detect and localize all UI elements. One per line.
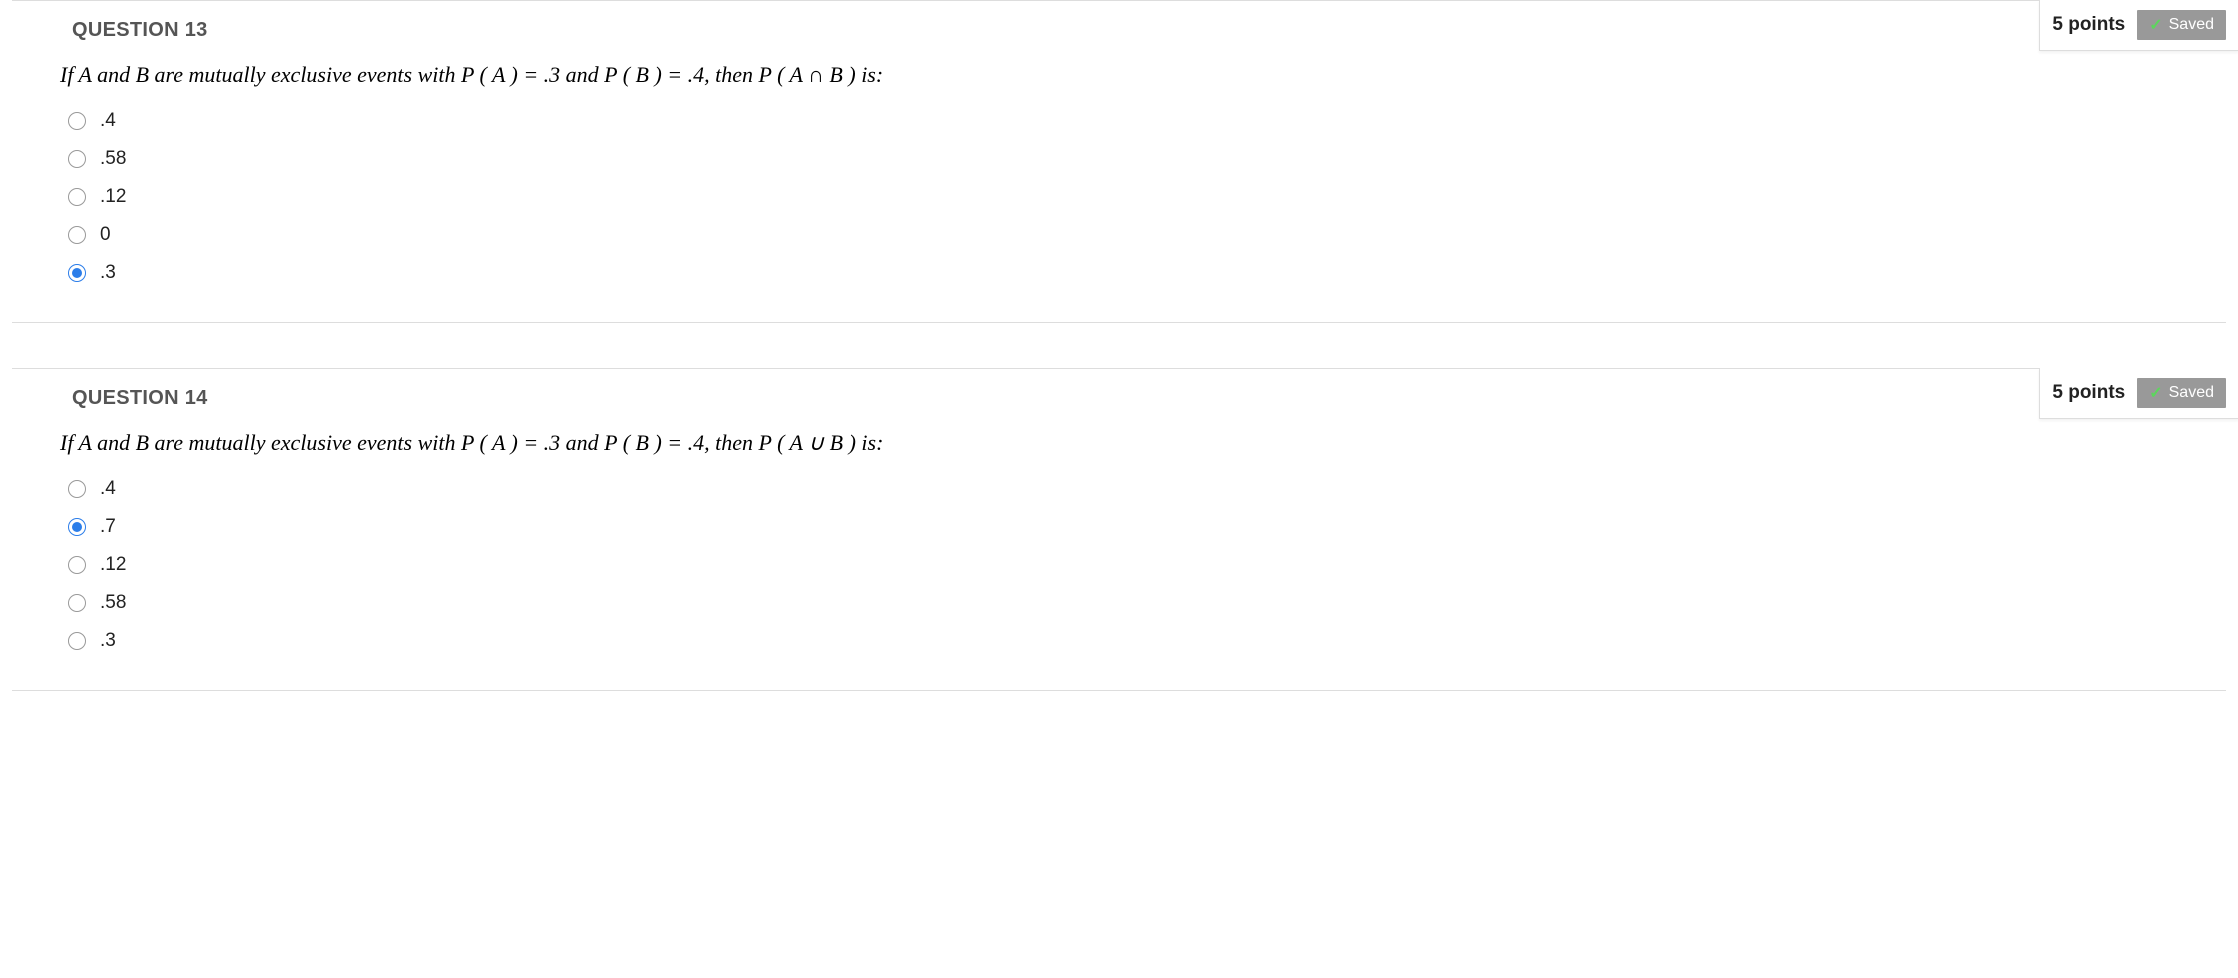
- radio-icon[interactable]: [68, 188, 86, 206]
- radio-icon[interactable]: [68, 150, 86, 168]
- radio-icon[interactable]: [68, 556, 86, 574]
- question-title: QUESTION 13: [72, 19, 208, 42]
- option-label: .3: [100, 262, 116, 284]
- question-block-13: QUESTION 13 5 points ✓ Saved If A and B …: [12, 0, 2226, 323]
- option-row[interactable]: .3: [68, 254, 2186, 292]
- option-label: 0: [100, 224, 111, 246]
- question-header: QUESTION 13 5 points ✓ Saved: [12, 19, 2226, 62]
- option-row[interactable]: .12: [68, 546, 2186, 584]
- radio-icon[interactable]: [68, 264, 86, 282]
- option-label: .7: [100, 516, 116, 538]
- option-row[interactable]: .7: [68, 508, 2186, 546]
- quiz-container: QUESTION 13 5 points ✓ Saved If A and B …: [0, 0, 2238, 691]
- radio-icon[interactable]: [68, 518, 86, 536]
- saved-badge: ✓ Saved: [2137, 10, 2226, 40]
- option-row[interactable]: 0: [68, 216, 2186, 254]
- status-box: 5 points ✓ Saved: [2039, 0, 2238, 51]
- option-row[interactable]: .4: [68, 470, 2186, 508]
- question-block-14: QUESTION 14 5 points ✓ Saved If A and B …: [12, 368, 2226, 691]
- saved-badge: ✓ Saved: [2137, 378, 2226, 408]
- option-label: .4: [100, 110, 116, 132]
- question-title: QUESTION 14: [72, 387, 208, 410]
- option-label: .3: [100, 630, 116, 652]
- option-row[interactable]: .58: [68, 140, 2186, 178]
- radio-icon[interactable]: [68, 480, 86, 498]
- radio-icon[interactable]: [68, 594, 86, 612]
- saved-label: Saved: [2169, 16, 2214, 34]
- option-label: .12: [100, 186, 126, 208]
- option-label: .4: [100, 478, 116, 500]
- saved-label: Saved: [2169, 384, 2214, 402]
- question-header: QUESTION 14 5 points ✓ Saved: [12, 387, 2226, 430]
- options-list: .4 .7 .12 .58 .3: [12, 470, 2226, 660]
- radio-icon[interactable]: [68, 112, 86, 130]
- option-row[interactable]: .58: [68, 584, 2186, 622]
- points-label: 5 points: [2052, 14, 2125, 36]
- check-icon: ✓: [2149, 383, 2162, 403]
- options-list: .4 .58 .12 0 .3: [12, 102, 2226, 292]
- option-row[interactable]: .12: [68, 178, 2186, 216]
- status-box: 5 points ✓ Saved: [2039, 368, 2238, 419]
- radio-icon[interactable]: [68, 632, 86, 650]
- radio-icon[interactable]: [68, 226, 86, 244]
- check-icon: ✓: [2149, 15, 2162, 35]
- option-row[interactable]: .4: [68, 102, 2186, 140]
- question-prompt: If A and B are mutually exclusive events…: [12, 62, 2226, 102]
- option-row[interactable]: .3: [68, 622, 2186, 660]
- option-label: .12: [100, 554, 126, 576]
- question-prompt: If A and B are mutually exclusive events…: [12, 430, 2226, 470]
- option-label: .58: [100, 592, 126, 614]
- points-label: 5 points: [2052, 382, 2125, 404]
- option-label: .58: [100, 148, 126, 170]
